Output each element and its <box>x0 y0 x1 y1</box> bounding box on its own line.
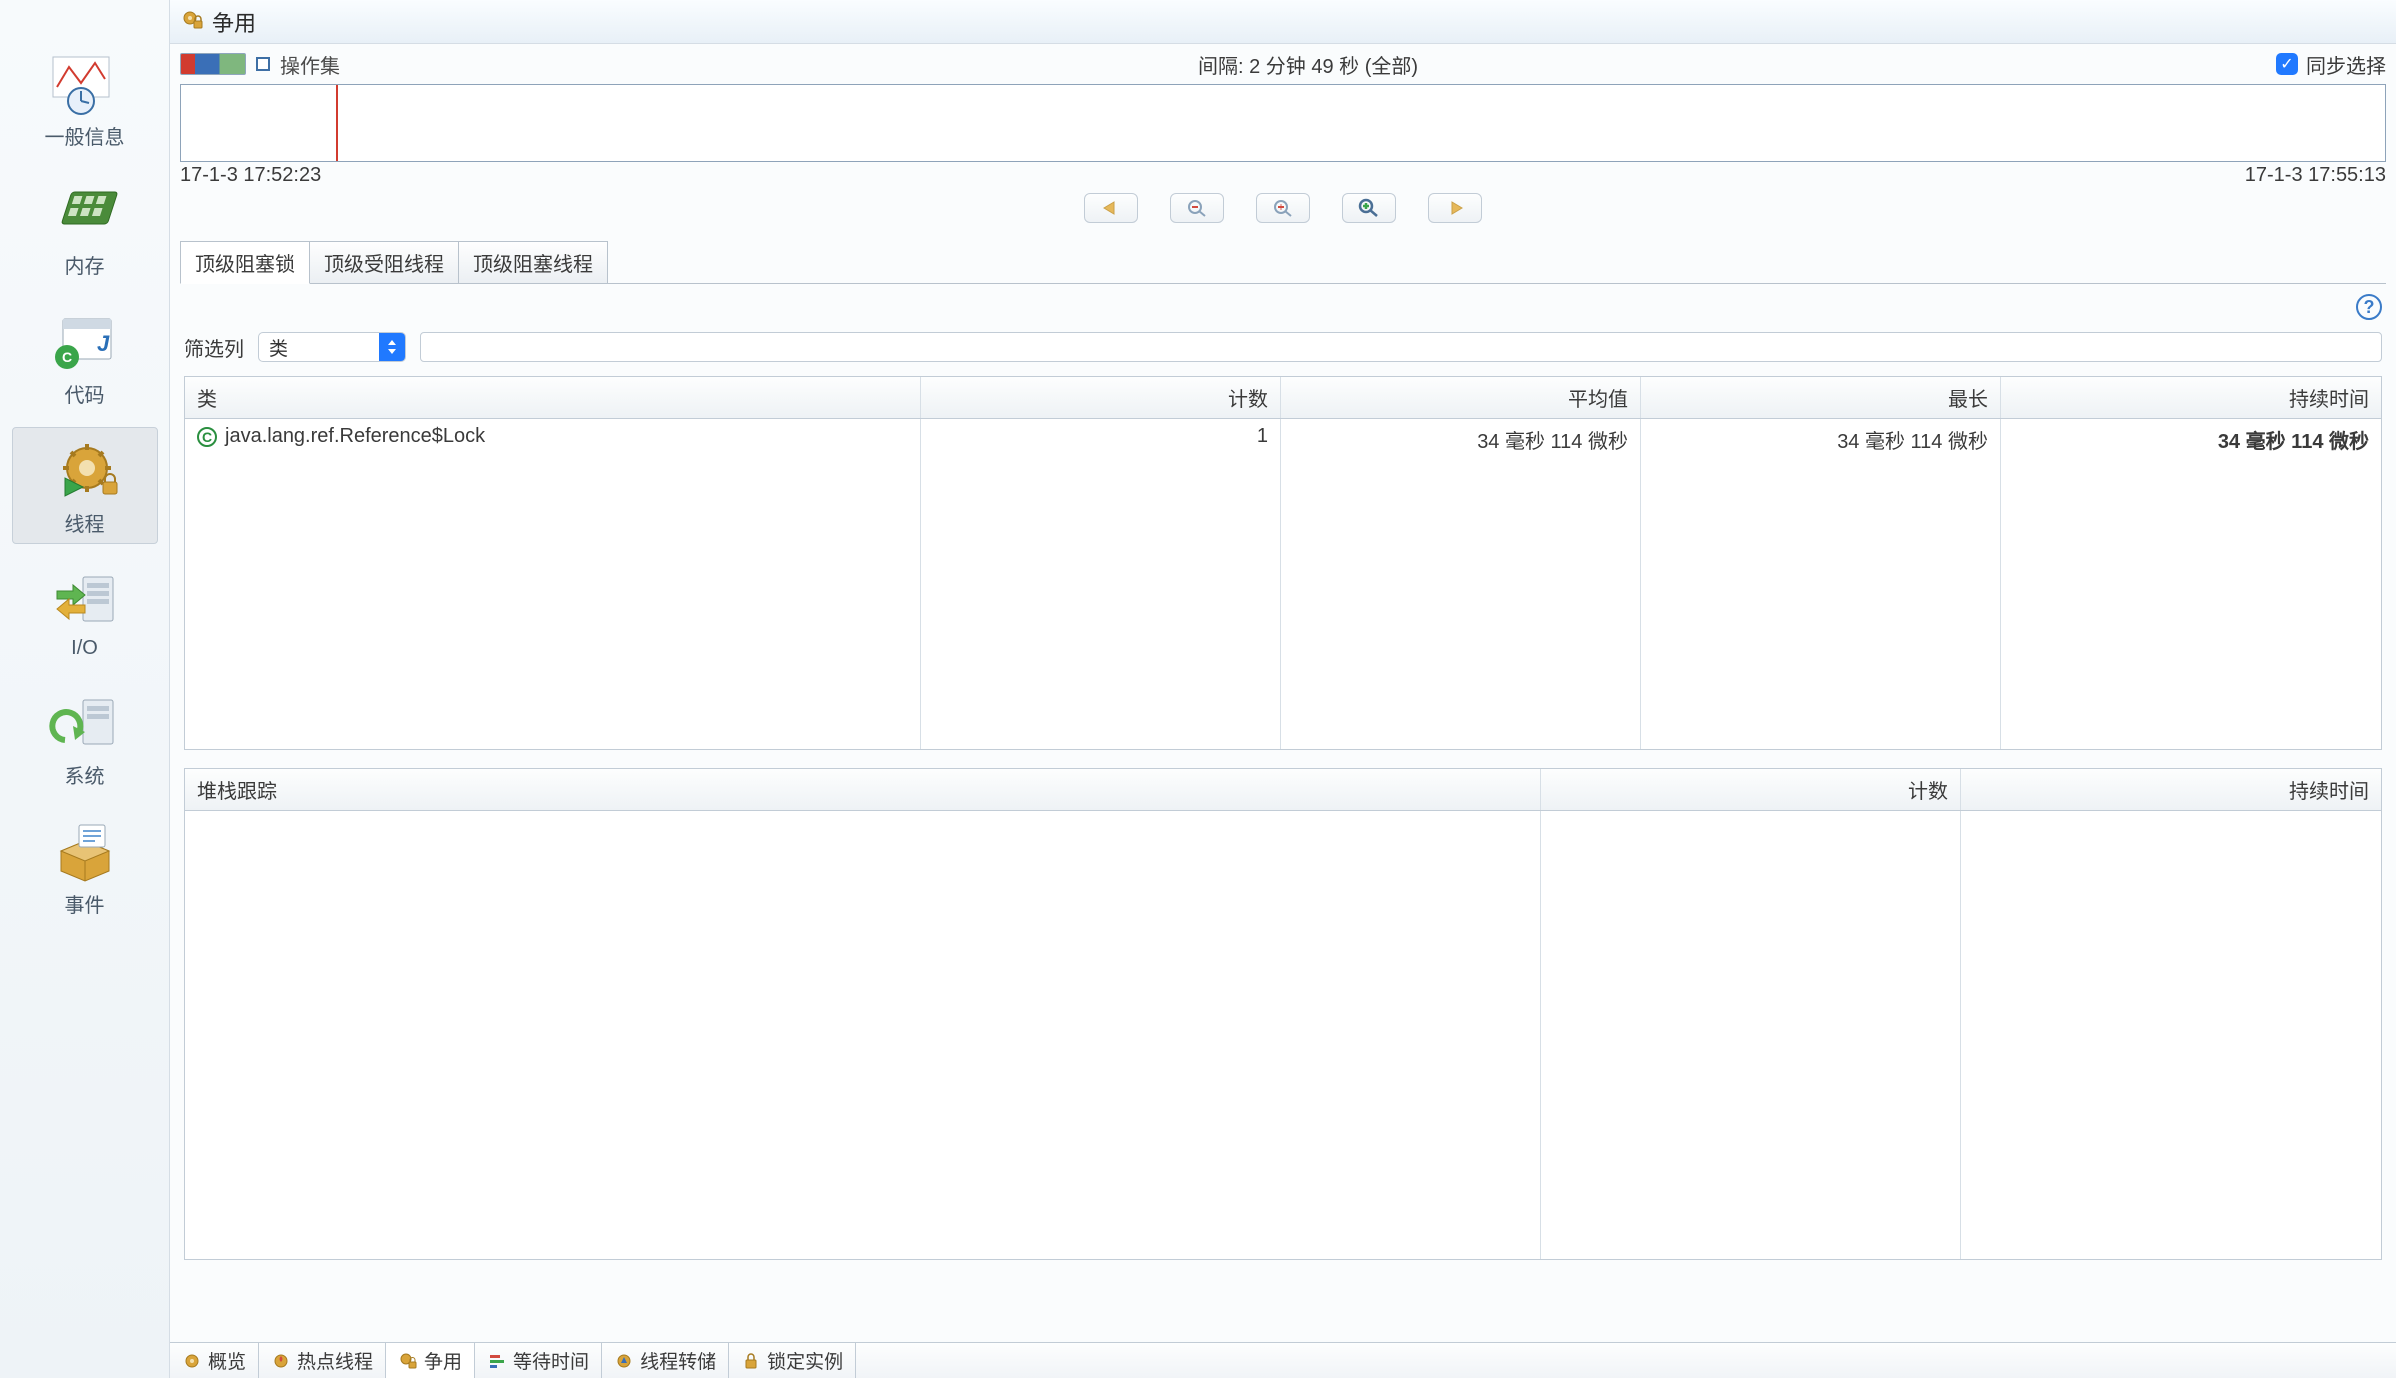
help-icon[interactable]: ? <box>2356 294 2382 320</box>
sidebar-label: 一般信息 <box>45 121 125 150</box>
gear-dump-icon <box>614 1351 634 1371</box>
svg-text:J: J <box>97 331 110 356</box>
class-icon: C <box>197 427 217 447</box>
col-stacktrace[interactable]: 堆栈跟踪 <box>185 769 1541 810</box>
sidebar-item-events[interactable]: 事件 <box>12 808 158 925</box>
sync-label: 同步选择 <box>2306 50 2386 79</box>
sidebar-item-code[interactable]: J C 代码 <box>12 298 158 415</box>
col-max[interactable]: 最长 <box>1641 377 2001 418</box>
zoom-out-button[interactable] <box>1170 193 1224 223</box>
stacktrace-table: 堆栈跟踪 计数 持续时间 <box>184 768 2382 1260</box>
bottom-tabs: 概览 热点线程 争用 等待时间 线程转储 锁定实例 <box>170 1342 2396 1378</box>
col-avg[interactable]: 平均值 <box>1281 377 1641 418</box>
select-value: 类 <box>259 334 379 361</box>
sidebar-label: 代码 <box>65 379 105 408</box>
bottom-tab-hot-threads[interactable]: 热点线程 <box>259 1343 386 1378</box>
cell-avg: 34 毫秒 114 微秒 <box>1281 419 1641 460</box>
sidebar-label: 系统 <box>65 760 105 789</box>
sidebar-item-threads[interactable]: 线程 <box>12 427 158 544</box>
timeline-nav <box>170 187 2396 241</box>
gear-play-icon <box>40 436 130 506</box>
filter-label: 筛选列 <box>184 333 244 362</box>
server-refresh-icon <box>40 688 130 758</box>
nav-back-button[interactable] <box>1084 193 1138 223</box>
filter-column-select[interactable]: 类 <box>258 332 406 362</box>
title-bar: 争用 <box>170 0 2396 44</box>
subtab-top-blocking-threads[interactable]: 顶级阻塞线程 <box>458 241 608 284</box>
bottom-tab-contention[interactable]: 争用 <box>386 1343 475 1378</box>
locks-table: 类 计数 平均值 最长 持续时间 C java.lang.ref.Referen… <box>184 376 2382 750</box>
server-arrows-icon <box>40 565 130 635</box>
toolbar: 操作集 间隔: 2 分钟 49 秒 (全部) ✓ 同步选择 <box>170 44 2396 84</box>
subtab-top-blocked-threads[interactable]: 顶级受阻线程 <box>309 241 459 284</box>
sync-selection-checkbox[interactable]: ✓ 同步选择 <box>2276 50 2386 79</box>
zoom-reset-button[interactable] <box>1256 193 1310 223</box>
col-count[interactable]: 计数 <box>921 377 1281 418</box>
lock-gear-icon <box>398 1351 418 1371</box>
timeline-end: 17-1-3 17:55:13 <box>2245 164 2386 187</box>
col-duration[interactable]: 持续时间 <box>2001 377 2381 418</box>
bottom-tab-lock-instances[interactable]: 锁定实例 <box>729 1343 856 1378</box>
subtab-top-blocking-locks[interactable]: 顶级阻塞锁 <box>180 241 310 284</box>
cell-max: 34 毫秒 114 微秒 <box>1641 419 2001 460</box>
page-title: 争用 <box>212 6 256 38</box>
timeline-marker <box>336 85 338 161</box>
col-duration2[interactable]: 持续时间 <box>1961 769 2381 810</box>
cell-duration: 34 毫秒 114 微秒 <box>2001 419 2381 460</box>
nav-forward-button[interactable] <box>1428 193 1482 223</box>
sidebar-item-memory[interactable]: 内存 <box>12 169 158 286</box>
lock-icon <box>741 1351 761 1371</box>
cell-class: java.lang.ref.Reference$Lock <box>225 425 485 448</box>
box-document-icon <box>40 817 130 887</box>
sidebar-label: 内存 <box>65 250 105 279</box>
main-panel: 争用 操作集 间隔: 2 分钟 49 秒 (全部) ✓ 同步选择 17-1-3 … <box>170 0 2396 1378</box>
sidebar-item-io[interactable]: I/O <box>12 556 158 667</box>
col-count2[interactable]: 计数 <box>1541 769 1961 810</box>
bottom-tab-overview[interactable]: 概览 <box>170 1343 259 1378</box>
sidebar-label: 线程 <box>65 508 105 537</box>
sidebar-item-general[interactable]: 一般信息 <box>12 40 158 157</box>
code-window-icon: J C <box>40 307 130 377</box>
sub-tabs: 顶级阻塞锁 顶级受阻线程 顶级阻塞线程 <box>170 241 2396 284</box>
chart-clock-icon <box>40 49 130 119</box>
filter-row: 筛选列 类 <box>170 326 2396 376</box>
sidebar-label: I/O <box>71 637 98 660</box>
timeline[interactable] <box>180 84 2386 162</box>
sidebar: 一般信息 内存 <box>0 0 170 1378</box>
gear-icon <box>182 1351 202 1371</box>
checkmark-icon: ✓ <box>2276 53 2298 75</box>
opset-toggle[interactable] <box>256 57 270 71</box>
cell-count: 1 <box>921 419 1281 460</box>
interval-label: 间隔: 2 分钟 49 秒 (全部) <box>350 50 2266 79</box>
svg-text:C: C <box>61 349 71 365</box>
sidebar-item-system[interactable]: 系统 <box>12 679 158 796</box>
timeline-start: 17-1-3 17:52:23 <box>180 164 321 187</box>
zoom-in-button[interactable] <box>1342 193 1396 223</box>
bottom-tab-thread-dump[interactable]: 线程转储 <box>602 1343 729 1378</box>
lock-gear-icon <box>182 9 204 34</box>
bottom-tab-wait-time[interactable]: 等待时间 <box>475 1343 602 1378</box>
opset-label: 操作集 <box>280 50 340 79</box>
sidebar-label: 事件 <box>65 889 105 918</box>
chevron-updown-icon <box>379 333 405 361</box>
gear-fire-icon <box>271 1351 291 1371</box>
bars-icon <box>487 1351 507 1371</box>
filter-text-input[interactable] <box>420 332 2382 362</box>
ram-icon <box>40 178 130 248</box>
table-row[interactable]: C java.lang.ref.Reference$Lock 1 34 毫秒 1… <box>185 419 2381 460</box>
thread-graph-icon[interactable] <box>180 53 246 75</box>
col-class[interactable]: 类 <box>185 377 921 418</box>
